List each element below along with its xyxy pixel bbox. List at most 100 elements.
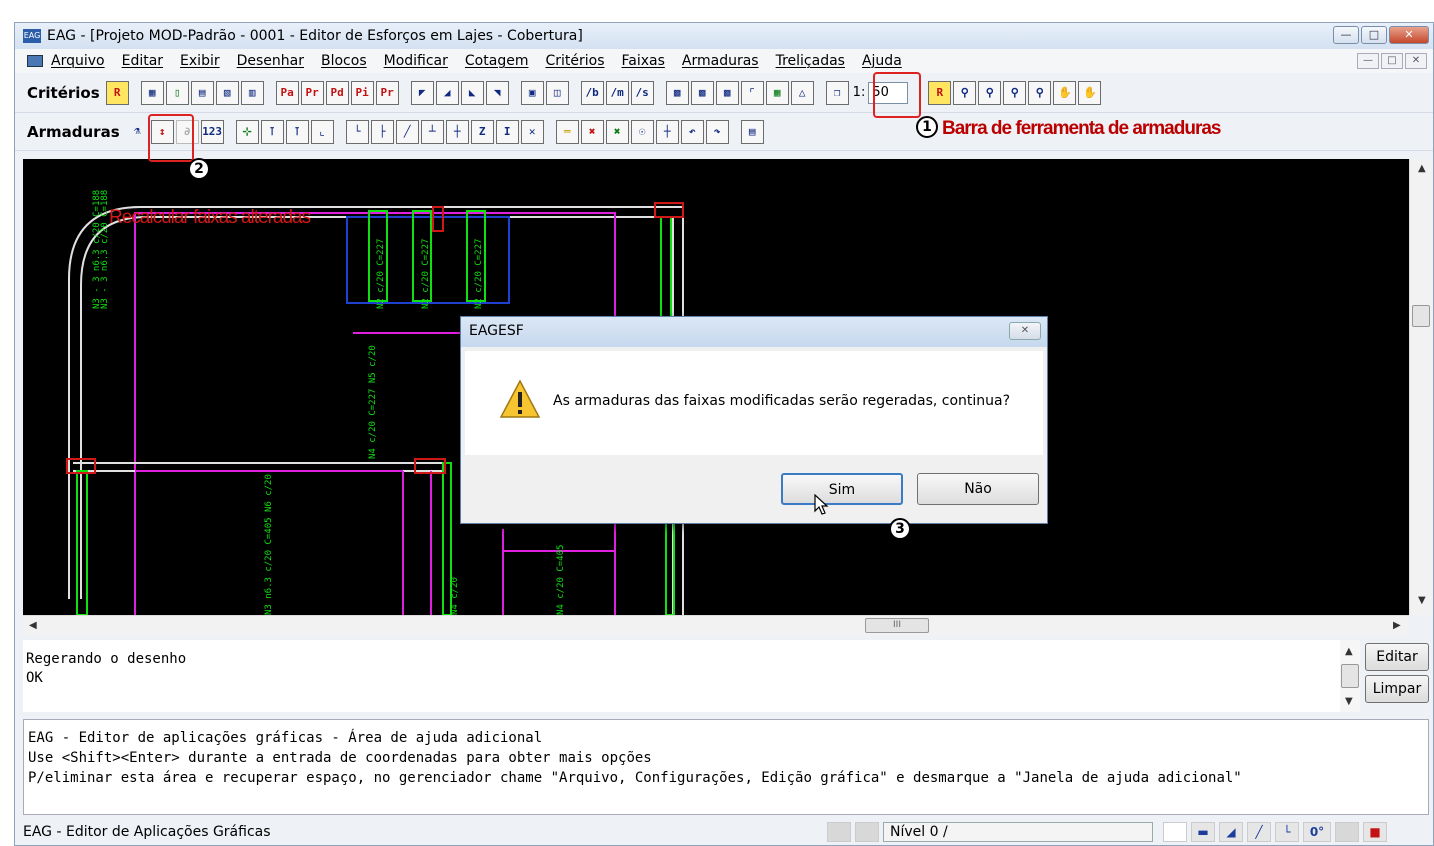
area-tool-icon[interactable]: ▥ [240,80,264,105]
strip-tool-3-icon[interactable]: ◣ [460,80,484,105]
rebar-tool-2-icon[interactable]: ⊺ [260,119,284,144]
bar-tool-hook-2-icon[interactable]: ↷ [705,119,729,144]
document-icon[interactable] [25,53,43,69]
criterios-label: Critérios [27,83,100,102]
minimize-button[interactable]: — [1333,26,1359,44]
angle-indicator[interactable]: 0° [1303,822,1331,842]
strip-tool-2-icon[interactable]: ◢ [435,80,459,105]
table-tool-icon[interactable]: ▦ [765,80,789,105]
save-2-icon[interactable]: ▩ [690,80,714,105]
ortho-icon[interactable]: └ [1275,822,1299,842]
rebar-mark-icon[interactable]: ⚗ [126,120,149,144]
menu-exibir[interactable]: Exibir [180,53,220,69]
menu-editar[interactable]: Editar [122,53,163,69]
rebar-tool-4-icon[interactable]: ⌞ [310,119,334,144]
bar-tool-target-icon[interactable]: ☉ [630,119,654,144]
column-tool-icon[interactable]: ◫ [545,80,569,105]
menu-cotagem[interactable]: Cotagem [465,53,529,69]
no-button[interactable]: Não [917,473,1039,505]
bar-shape-1-icon[interactable]: └ [345,119,369,144]
scroll-up-icon[interactable]: ▲ [1418,163,1426,174]
pa-button[interactable]: Pa [275,80,299,105]
bar-shape-8-icon[interactable]: ✕ [520,119,544,144]
line-tool-icon[interactable]: ╱ [1247,822,1271,842]
bar-tool-hook-1-icon[interactable]: ↶ [680,119,704,144]
pd-button[interactable]: Pd [325,80,349,105]
vertical-scroll-thumb[interactable] [1412,305,1430,327]
scroll-left-icon[interactable]: ◀ [29,620,37,631]
bar-shape-3-icon[interactable]: ╱ [395,119,419,144]
edit-button[interactable]: Editar [1365,643,1429,671]
strip-tool-4-icon[interactable]: ◥ [485,80,509,105]
command-scroll-up-icon[interactable]: ▲ [1345,646,1353,657]
mdi-close-button[interactable]: ✕ [1405,53,1427,69]
menu-arquivo[interactable]: Arquivo [51,53,105,69]
command-scroll-thumb[interactable] [1341,664,1359,688]
pan-2-icon[interactable]: ✋ [1078,80,1102,105]
bar-tool-green-icon[interactable]: ✖ [605,119,629,144]
menu-faixas[interactable]: Faixas [621,53,664,69]
maximize-button[interactable]: □ [1361,26,1387,44]
menu-criterios[interactable]: Critérios [545,53,604,69]
bar-shape-7-icon[interactable]: I [495,119,519,144]
zoom-window-icon[interactable]: ⚲ [953,80,977,105]
menu-modificar[interactable]: Modificar [384,53,448,69]
close-button[interactable]: ✕ [1389,26,1429,44]
zoom-out-icon[interactable]: ⚲ [1003,80,1027,105]
grid-tool-icon[interactable]: ▦ [140,80,164,105]
chart-tool-icon[interactable]: △ [790,80,814,105]
pi-button[interactable]: Pi [350,80,374,105]
highlight-2-button[interactable]: R [928,80,952,105]
s-button[interactable]: /s [630,80,654,105]
command-scroll-down-icon[interactable]: ▼ [1345,696,1353,707]
menu-desenhar[interactable]: Desenhar [237,53,304,69]
save-1-icon[interactable]: ▩ [665,80,689,105]
clear-button[interactable]: Limpar [1365,675,1429,703]
highlight-button[interactable]: R [105,80,129,105]
frame-tool-icon[interactable]: ▣ [520,80,544,105]
pr2-button[interactable]: Pr [375,80,399,105]
mdi-restore-button[interactable]: □ [1381,53,1403,69]
menu-trelicadas[interactable]: Treliçadas [776,53,845,69]
pattern-tool-icon[interactable]: ▧ [215,80,239,105]
m-button[interactable]: /m [605,80,629,105]
numbering-button[interactable]: 123 [200,119,224,144]
hatch-tool-icon[interactable]: ▤ [190,80,214,105]
mdi-minimize-button[interactable]: — [1357,53,1379,69]
menu-blocos[interactable]: Blocos [321,53,367,69]
layer-icon[interactable]: ◢ [1219,822,1243,842]
pr-button[interactable]: Pr [300,80,324,105]
bar-tool-cross-icon[interactable]: ┼ [655,119,679,144]
split-tool-icon[interactable]: ▯ [165,80,189,105]
dialog-close-icon[interactable]: ✕ [1009,322,1041,340]
b-button[interactable]: /b [580,80,604,105]
menu-ajuda[interactable]: Ajuda [862,53,902,69]
line-weight-icon[interactable]: ▬ [1191,822,1215,842]
vertical-scrollbar[interactable]: ▲ ▼ [1409,159,1433,615]
zoom-all-icon[interactable]: ⚲ [978,80,1002,105]
bar-shape-2-icon[interactable]: ├ [370,119,394,144]
bar-shape-5-icon[interactable]: ┼ [445,119,469,144]
menu-armaduras[interactable]: Armaduras [682,53,759,69]
rebar-tool-1-icon[interactable]: ⊹ [235,119,259,144]
level-indicator[interactable]: Nível 0 / [883,822,1153,842]
strip-tool-1-icon[interactable]: ◤ [410,80,434,105]
zoom-previous-icon[interactable]: ⚲ [1028,80,1052,105]
bar-tool-red-icon[interactable]: ✖ [580,119,604,144]
command-scrollbar[interactable]: ▲ ▼ [1340,640,1360,712]
bar-shape-4-icon[interactable]: ┴ [420,119,444,144]
rebar-tool-3-icon[interactable]: ⊺ [285,119,309,144]
snap-icon[interactable]: ■ [1363,822,1387,842]
save-3-icon[interactable]: ▩ [715,80,739,105]
scroll-down-icon[interactable]: ▼ [1418,595,1426,606]
armaduras-toolbar-toggle-icon[interactable]: ⌜ [740,80,764,105]
bar-shape-6-icon[interactable]: Z [470,119,494,144]
copy-tool-icon[interactable]: ❐ [825,80,849,105]
yes-button[interactable]: Sim [781,473,903,505]
list-tool-icon[interactable]: ▤ [740,119,764,144]
horizontal-scrollbar[interactable]: ◀ III ▶ [23,615,1409,635]
bar-tool-yellow-icon[interactable]: ═ [555,119,579,144]
pan-icon[interactable]: ✋ [1053,80,1077,105]
horizontal-scroll-thumb[interactable]: III [865,618,929,633]
scroll-right-icon[interactable]: ▶ [1393,620,1401,631]
